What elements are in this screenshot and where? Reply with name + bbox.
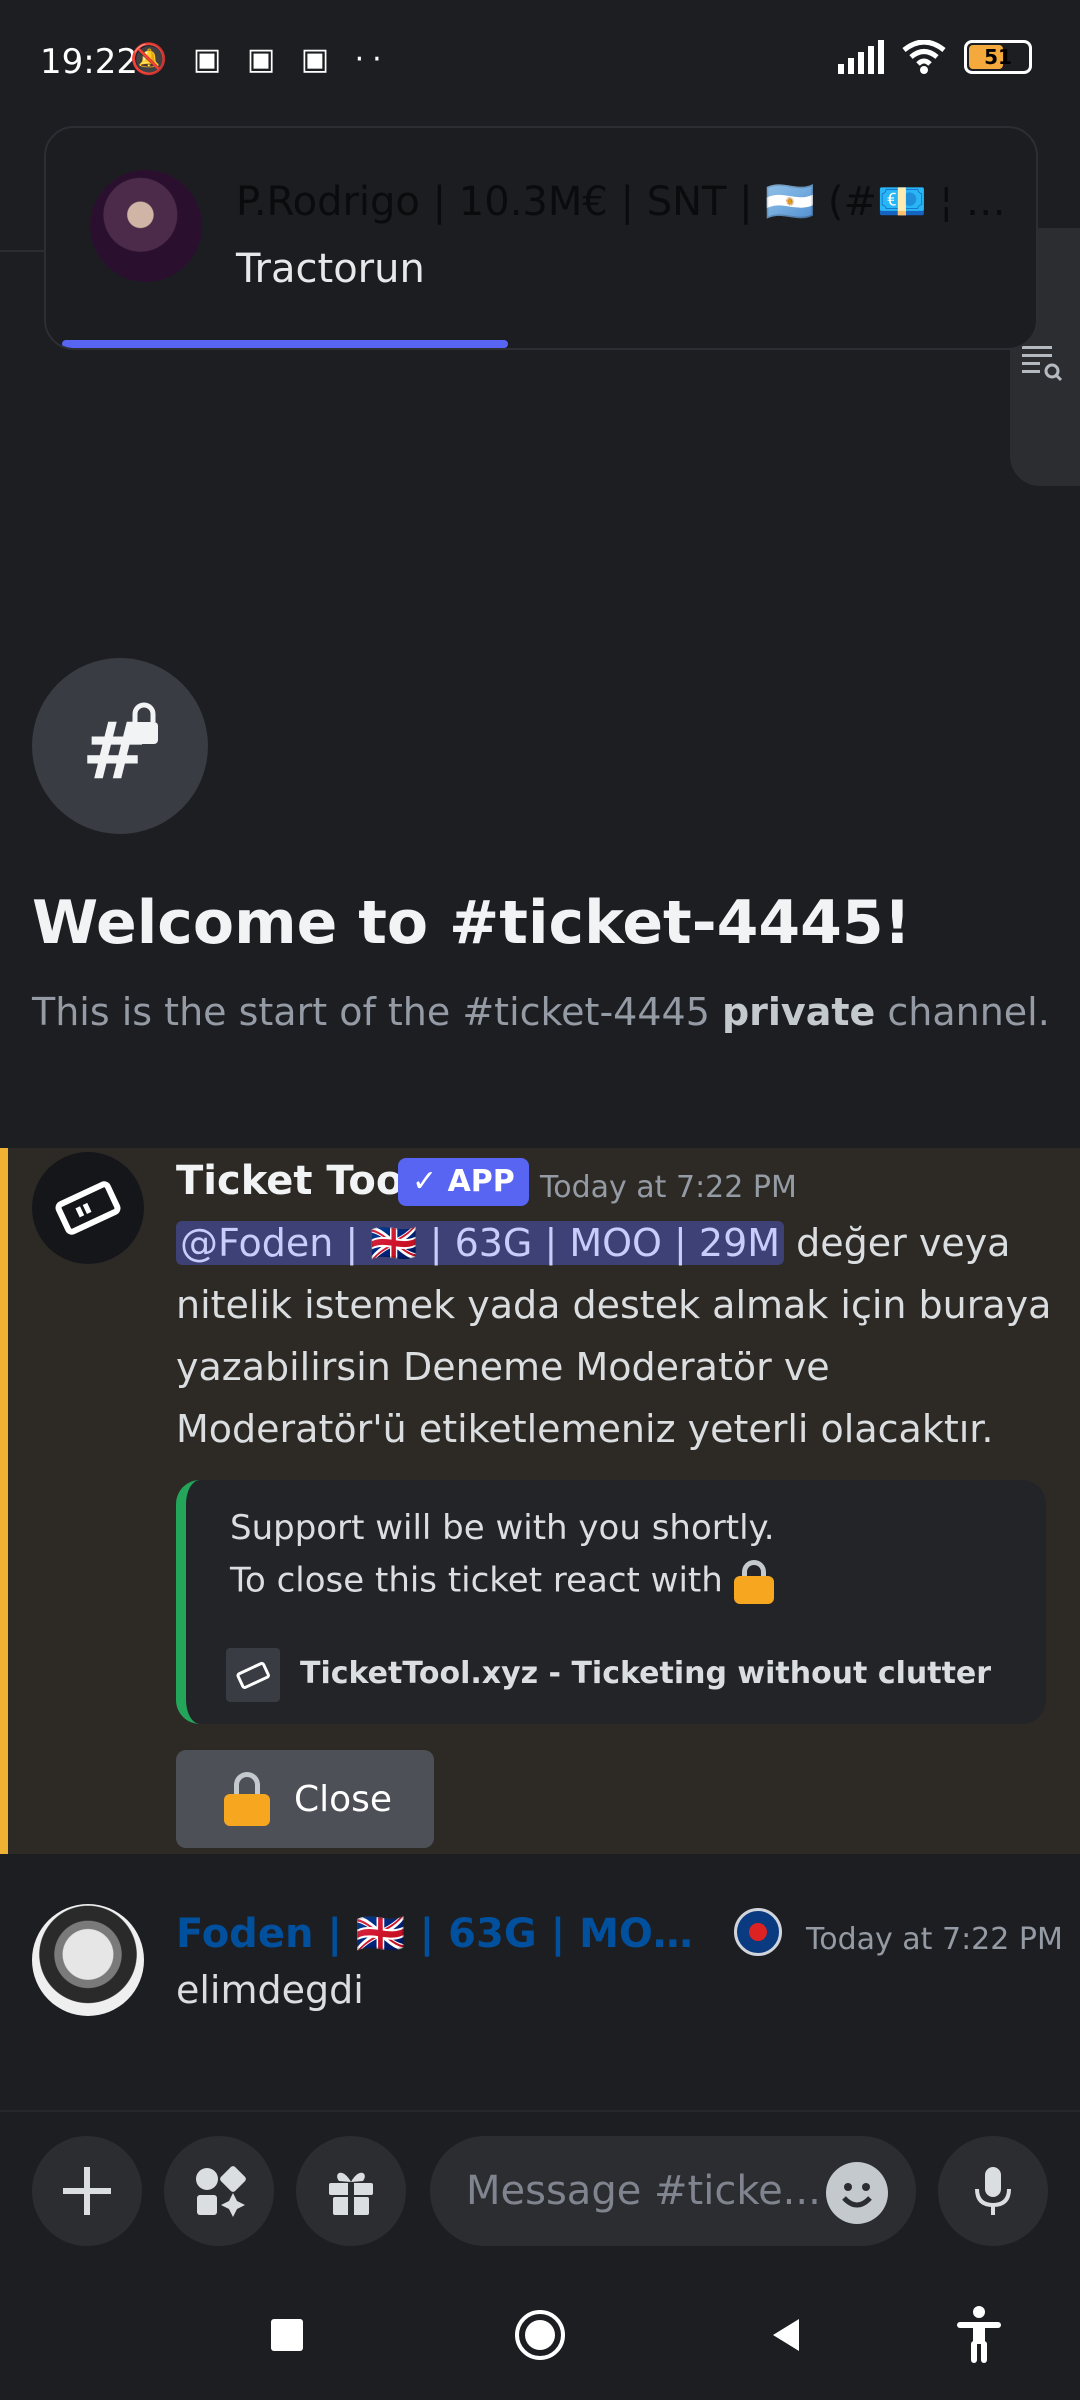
description-suffix: channel. xyxy=(875,990,1050,1034)
microphone-icon xyxy=(975,2167,1011,2215)
discord-icon: ▣ xyxy=(246,42,284,77)
apps-button[interactable] xyxy=(164,2136,274,2246)
wifi-icon xyxy=(902,40,946,74)
lock-icon xyxy=(224,1772,270,1826)
plus-icon xyxy=(63,2167,111,2215)
description-bold: private xyxy=(721,990,876,1034)
discord-icon: ▣ xyxy=(300,42,338,77)
accessibility-icon xyxy=(957,2306,1001,2363)
avatar[interactable] xyxy=(32,1904,144,2016)
close-ticket-button[interactable]: Close xyxy=(176,1750,434,1848)
message-content: elimdegdi xyxy=(176,1968,364,2012)
message-timestamp: Today at 7:22 PM xyxy=(540,1170,797,1205)
user-mention[interactable]: @Foden | 🇬🇧 | 63G | MOO | 29M xyxy=(176,1221,785,1265)
psg-role-icon xyxy=(734,1908,782,1956)
embed-line: To close this ticket react with xyxy=(230,1560,723,1601)
gift-icon xyxy=(329,2172,373,2215)
back-button[interactable] xyxy=(752,2300,822,2370)
back-triangle-icon xyxy=(773,2319,799,2351)
notification-message: Tractorun xyxy=(236,246,425,292)
message-input-placeholder: Message #ticke... xyxy=(466,2168,821,2214)
discord-icon: ▣ xyxy=(192,42,230,77)
accessibility-button[interactable] xyxy=(944,2300,1014,2370)
message-timestamp: Today at 7:22 PM xyxy=(806,1922,1063,1957)
voice-message-button[interactable] xyxy=(938,2136,1048,2246)
notification-title: P.Rodrigo | 10.3M€ | SNT | 🇦🇷 (#💶 ¦ t... xyxy=(236,179,1016,225)
recent-apps-button[interactable] xyxy=(252,2300,322,2370)
embed-line: Support will be with you shortly. xyxy=(230,1508,775,1548)
apps-icon xyxy=(196,2166,246,2217)
channel-description: This is the start of the #ticket-4445 pr… xyxy=(32,990,1050,1034)
ticket-icon xyxy=(55,1181,121,1235)
page-title: Welcome to #ticket-4445! xyxy=(32,888,911,958)
home-button[interactable] xyxy=(505,2300,575,2370)
app-badge: ✓ APP xyxy=(398,1158,529,1206)
add-attachment-button[interactable] xyxy=(32,2136,142,2246)
status-notification-icons: 🔕 ▣ ▣ ▣ ·· xyxy=(130,42,390,77)
bell-muted-icon: 🔕 xyxy=(130,42,176,77)
embed-footer: TicketTool.xyz - Ticketing without clutt… xyxy=(300,1656,992,1691)
status-time: 19:22 xyxy=(40,42,138,82)
battery-icon: 51 xyxy=(964,40,1032,74)
avatar xyxy=(90,170,202,282)
gift-button[interactable] xyxy=(296,2136,406,2246)
close-button-label: Close xyxy=(294,1778,393,1820)
smile-icon xyxy=(842,2183,872,2208)
svg-text:#: # xyxy=(82,707,147,794)
notification-toast[interactable]: P.Rodrigo | 10.3M€ | SNT | 🇦🇷 (#💶 ¦ t...… xyxy=(44,126,1038,350)
description-text: This is the start of the #ticket-4445 xyxy=(32,990,722,1034)
home-circle-icon xyxy=(515,2310,565,2360)
more-dots-icon: ·· xyxy=(354,42,390,77)
message-author[interactable]: Ticket Tool xyxy=(176,1158,417,1204)
avatar[interactable] xyxy=(32,1152,144,1264)
message-author[interactable]: Foden | 🇬🇧 | 63G | MOO | 2... xyxy=(176,1910,716,1957)
message-content: @Foden | 🇬🇧 | 63G | MOO | 29M değer veya… xyxy=(176,1212,1056,1460)
private-channel-icon: # xyxy=(32,658,208,834)
embed-line-with-lock: To close this ticket react with xyxy=(230,1560,774,1604)
signal-icon xyxy=(838,40,884,74)
ticket-icon xyxy=(226,1648,280,1702)
battery-level: 51 xyxy=(984,45,1012,69)
lock-icon xyxy=(733,1560,774,1604)
message-embed: Support will be with you shortly. To clo… xyxy=(176,1480,1046,1724)
notification-timer-bar xyxy=(62,340,508,348)
search-list-icon[interactable] xyxy=(1020,340,1070,390)
status-right: 51 xyxy=(836,40,1032,74)
status-bar: 19:22 🔕 ▣ ▣ ▣ ·· 51 xyxy=(0,0,1080,130)
divider xyxy=(0,250,44,252)
emoji-button[interactable] xyxy=(826,2162,888,2224)
square-icon xyxy=(271,2319,303,2351)
